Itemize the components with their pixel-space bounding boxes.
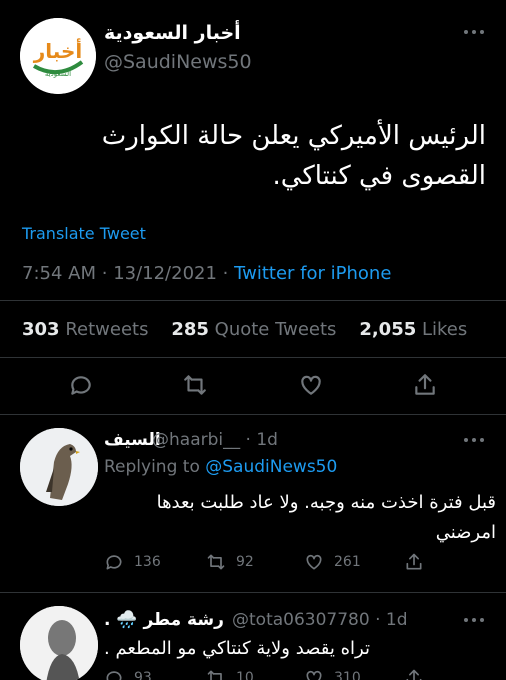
logo-subtext: السعودية bbox=[45, 70, 71, 78]
display-name[interactable]: أخبار السعودية bbox=[104, 22, 241, 44]
falcon-image bbox=[20, 428, 98, 506]
reply-text: تراه يقصد ولاية كنتاكي مو المطعم . bbox=[104, 638, 370, 659]
quotes-stat[interactable]: 285 Quote Tweets bbox=[171, 319, 336, 340]
share-icon[interactable] bbox=[404, 552, 424, 572]
divider bbox=[0, 300, 506, 301]
reply-avatar-portrait[interactable] bbox=[20, 606, 98, 680]
tweet-meta: 7:54 AM · 13/12/2021 · Twitter for iPhon… bbox=[22, 263, 392, 284]
news-logo: أخبار السعودية bbox=[20, 18, 96, 94]
like-icon bbox=[306, 554, 322, 570]
like-count[interactable]: 261 bbox=[304, 552, 361, 572]
retweet-icon[interactable] bbox=[182, 372, 208, 398]
reply-meta: @tota06307780 · 1d bbox=[232, 610, 408, 630]
retweet-icon bbox=[207, 554, 225, 570]
more-icon[interactable] bbox=[464, 30, 484, 34]
replying-to-handle[interactable]: @SaudiNews50 bbox=[205, 457, 337, 477]
reply-age: 1d bbox=[256, 430, 278, 450]
like-count[interactable]: 310 bbox=[304, 668, 361, 680]
translate-tweet-link[interactable]: Translate Tweet bbox=[22, 224, 146, 243]
reply-icon[interactable] bbox=[68, 372, 94, 398]
tweet-source[interactable]: Twitter for iPhone bbox=[234, 263, 391, 284]
more-icon[interactable] bbox=[464, 618, 484, 622]
replying-to: Replying to @SaudiNews50 bbox=[104, 457, 338, 477]
divider bbox=[0, 414, 506, 415]
retweet-count[interactable]: 10 bbox=[206, 668, 254, 680]
handle[interactable]: @SaudiNews50 bbox=[104, 51, 252, 73]
like-icon bbox=[306, 670, 322, 680]
retweets-stat[interactable]: 303 Retweets bbox=[22, 319, 148, 340]
tweet-time: 7:54 AM bbox=[22, 263, 96, 284]
reply-meta: @haarbi__ · 1d bbox=[152, 430, 278, 450]
tweet-date: 13/12/2021 bbox=[113, 263, 217, 284]
reply-handle[interactable]: @haarbi__ bbox=[152, 430, 240, 450]
reply-text: قبل فترة اخذت منه وجبه. ولا عاد طلبت بعد… bbox=[156, 492, 496, 543]
retweet-icon bbox=[207, 670, 222, 680]
share-icon[interactable] bbox=[412, 372, 438, 398]
logo-text: أخبار bbox=[33, 37, 82, 63]
portrait-image bbox=[20, 606, 98, 680]
account-avatar[interactable]: أخبار السعودية bbox=[20, 18, 96, 94]
reply-count[interactable]: 136 bbox=[104, 552, 161, 572]
tweet-text: الرئيس الأميركي يعلن حالة الكوارث القصوى… bbox=[101, 121, 486, 191]
retweet-count[interactable]: 92 bbox=[206, 552, 254, 572]
share-icon[interactable] bbox=[404, 668, 424, 680]
reply-name[interactable]: رشة مطر 🌧️ . bbox=[104, 610, 224, 630]
divider bbox=[0, 357, 506, 358]
like-icon[interactable] bbox=[298, 372, 324, 398]
reply-icon bbox=[106, 555, 122, 570]
reply-age: 1d bbox=[385, 610, 408, 630]
reply-handle[interactable]: @tota06307780 bbox=[232, 610, 370, 630]
more-icon[interactable] bbox=[464, 438, 484, 442]
reply-avatar-falcon[interactable] bbox=[20, 428, 98, 506]
likes-stat[interactable]: 2,055 Likes bbox=[359, 319, 467, 340]
divider bbox=[0, 592, 506, 593]
reply-count[interactable]: 93 bbox=[104, 668, 152, 680]
tweet-stats: 303 Retweets 285 Quote Tweets 2,055 Like… bbox=[22, 319, 467, 340]
reply-icon bbox=[106, 671, 122, 680]
